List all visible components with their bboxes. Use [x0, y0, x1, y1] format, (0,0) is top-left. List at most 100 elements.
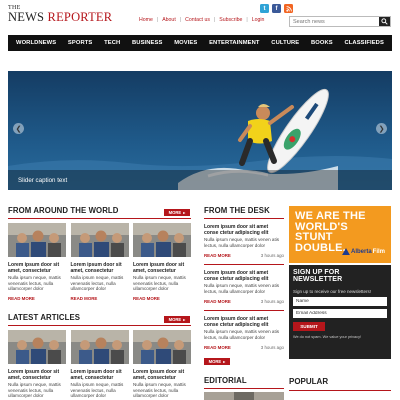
desk-item-title[interactable]: Lorem ipsum door sit amet conse ctetur a… [204, 224, 284, 236]
article-title[interactable]: Lorem ipsum door sit amet, consectetur [133, 262, 191, 274]
around-grid: Lorem ipsum door sit amet, consectetur N… [8, 223, 191, 301]
section-heading-desk: FROM THE DESK [204, 206, 270, 215]
section-divider [204, 388, 284, 389]
article-excerpt: Nulla ipsum neque, mattis venenatis lect… [70, 275, 124, 291]
desk-item[interactable]: Lorem ipsum door sit amet conse ctetur a… [204, 316, 284, 350]
hero-slider[interactable]: ❮ ❯ Slider caption text [8, 71, 392, 190]
more-label: MORE [208, 359, 222, 364]
timestamp: 3 hours ago [260, 299, 284, 304]
nav-sports[interactable]: SPORTS [68, 40, 92, 46]
article-card[interactable]: Lorem ipsum door sit amet, consectetur N… [133, 223, 191, 301]
slider-next-arrow[interactable]: ❯ [376, 123, 387, 134]
timestamp: 3 hours ago [260, 253, 284, 258]
more-button-desk[interactable]: MORE ▸ [204, 358, 230, 365]
ad-brand-logo: Alberta Film [342, 248, 385, 255]
desk-item-excerpt: Nulla ipsum neque, mattis venen atis lec… [204, 329, 280, 340]
logo-word-reporter: REPORTER [47, 10, 113, 24]
advertisement[interactable]: WE ARE THE WORLD'S STUNT DOUBLE. Alberta… [289, 206, 391, 263]
article-card[interactable]: Lorem ipsum door sit amet, consectetur N… [133, 330, 191, 399]
article-card[interactable]: Lorem ipsum door sit amet, consectetur N… [70, 330, 129, 399]
article-title[interactable]: Lorem ipsum door sit amet, consectetur [8, 262, 66, 274]
article-thumbnail[interactable] [133, 223, 191, 257]
section-heading-editorial: EDITORIAL [204, 376, 247, 385]
nav-business[interactable]: BUSINESS [132, 40, 162, 46]
nav-culture[interactable]: CULTURE [271, 40, 299, 46]
read-more-link[interactable]: READ MORE [71, 296, 129, 301]
newsletter-title: SIGN UP FOR NEWSLETTER [293, 269, 343, 283]
top-nav-about[interactable]: About [162, 17, 176, 23]
article-thumbnail[interactable] [70, 223, 129, 257]
article-title[interactable]: Lorem ipsum door sit amet, consectetur [8, 369, 66, 381]
read-more-link[interactable]: READ MORE [8, 296, 66, 301]
section-divider [289, 390, 391, 391]
desk-divider [204, 310, 284, 311]
nav-entertainment[interactable]: ENTERTAINMENT [209, 40, 259, 46]
site-logo[interactable]: THE NEWS REPORTER [8, 5, 112, 24]
newsletter-subtitle: Sign up to receive our free newsletters! [293, 289, 372, 294]
article-title[interactable]: Lorem ipsum door sit amet, consectetur [71, 262, 129, 274]
desk-item-title[interactable]: Lorem ipsum door sit amet conse ctetur a… [204, 270, 284, 282]
section-divider [8, 325, 191, 326]
nav-worldnews[interactable]: WORLDNEWS [16, 40, 56, 46]
article-thumbnail[interactable] [8, 223, 66, 257]
read-more-link[interactable]: READ MORE [133, 296, 191, 301]
article-excerpt: Nulla ipsum neque, mattis venenatis lect… [133, 275, 186, 291]
top-nav-contact[interactable]: Contact us [185, 17, 210, 23]
nav-classifieds[interactable]: CLASSIFIEDS [344, 40, 383, 46]
article-thumbnail[interactable] [8, 330, 66, 364]
newsletter-panel: SIGN UP FOR NEWSLETTER Sign up to receiv… [289, 265, 391, 359]
facebook-icon[interactable]: f [272, 4, 281, 13]
desk-item-excerpt: Nulla ipsum neque, mattis venen atis lec… [204, 283, 280, 294]
search-box [289, 16, 391, 27]
more-button-around[interactable]: MORE ▸ [164, 209, 190, 216]
read-more-link[interactable]: READ MORE [204, 299, 231, 304]
top-nav-subscribe[interactable]: Subscribe [219, 17, 242, 23]
slider-caption: Slider caption text [8, 170, 392, 190]
email-field[interactable] [293, 309, 387, 318]
ad-headline: WE ARE THE WORLD'S STUNT DOUBLE. [295, 210, 366, 254]
top-nav-login[interactable]: Login [252, 17, 265, 23]
timestamp: 3 hours ago [260, 345, 284, 350]
section-divider [8, 218, 191, 219]
nav-tech[interactable]: TECH [104, 40, 120, 46]
nav-movies[interactable]: MOVIES [174, 40, 197, 46]
desk-item-excerpt: Nulla ipsum neque, mattis venen atis lec… [204, 237, 280, 248]
submit-button[interactable]: SUBMIT [293, 322, 325, 331]
social-links: t f [260, 4, 293, 13]
more-label: MORE [168, 210, 182, 215]
article-card[interactable]: Lorem ipsum door sit amet, consectetur N… [70, 223, 129, 301]
more-button-latest[interactable]: MORE ▸ [164, 316, 190, 323]
read-more-link[interactable]: READ MORE [204, 345, 231, 350]
main-nav: WORLDNEWS SPORTS TECH BUSINESS MOVIES EN… [8, 35, 392, 51]
name-field[interactable] [293, 297, 387, 306]
article-thumbnail[interactable] [133, 330, 191, 364]
desk-item[interactable]: Lorem ipsum door sit amet conse ctetur a… [204, 270, 284, 311]
editorial-thumbnail[interactable] [204, 392, 284, 400]
article-excerpt: Nulla ipsum neque, mattis venenatis lect… [8, 275, 61, 291]
arrow-right-icon: ▸ [183, 317, 186, 322]
top-nav-home[interactable]: Home [139, 17, 153, 23]
search-icon [381, 18, 388, 25]
logo-word-news: NEWS [8, 10, 45, 24]
desk-item[interactable]: Lorem ipsum door sit amet conse ctetur a… [204, 224, 284, 265]
top-nav: Home | About | Contact us | Subscribe | Logi… [139, 17, 265, 23]
article-card[interactable]: Lorem ipsum door sit amet, consectetur N… [8, 330, 66, 399]
more-label: MORE [168, 317, 182, 322]
article-excerpt: Nulla ipsum neque, mattis venenatis lect… [133, 382, 186, 398]
slider-prev-arrow[interactable]: ❮ [13, 123, 24, 134]
article-title[interactable]: Lorem ipsum door sit amet, consectetur [71, 369, 129, 381]
search-button[interactable] [379, 17, 390, 26]
nav-books[interactable]: BOOKS [311, 40, 333, 46]
desk-item-title[interactable]: Lorem ipsum door sit amet conse ctetur a… [204, 316, 284, 328]
article-excerpt: Nulla ipsum neque, mattis venenatis lect… [70, 382, 124, 398]
triangle-logo-icon [342, 248, 350, 255]
read-more-link[interactable]: READ MORE [204, 253, 231, 258]
article-title[interactable]: Lorem ipsum door sit amet, consectetur [133, 369, 191, 381]
rss-icon[interactable] [284, 4, 293, 13]
logo-wordmark: NEWS REPORTER [8, 11, 112, 24]
article-card[interactable]: Lorem ipsum door sit amet, consectetur N… [8, 223, 66, 301]
twitter-icon[interactable]: t [260, 4, 269, 13]
arrow-right-icon: ▸ [183, 210, 186, 215]
search-input[interactable] [290, 17, 379, 26]
article-thumbnail[interactable] [70, 330, 129, 364]
